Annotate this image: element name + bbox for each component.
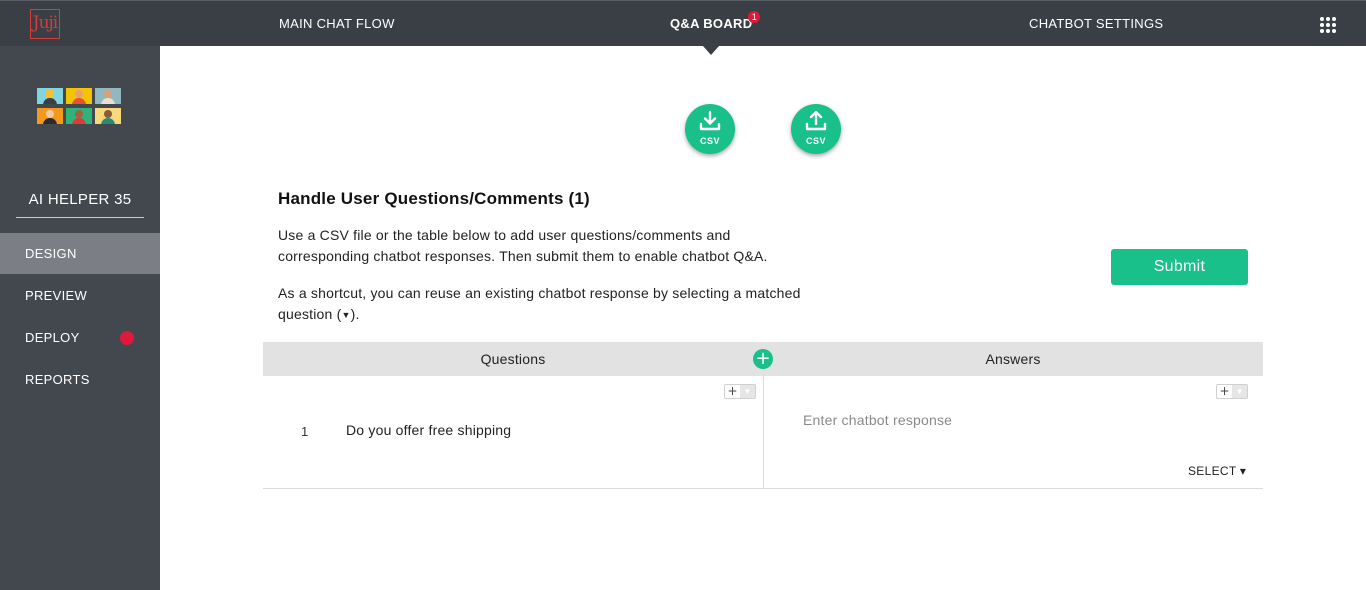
sidebar-item-deploy[interactable]: DEPLOY [0, 317, 160, 358]
avatar-person-icon [95, 88, 121, 104]
question-text[interactable]: Do you offer free shipping [346, 422, 511, 438]
shortcut-text-suffix: ). [350, 306, 360, 322]
row-number: 1 [301, 424, 309, 439]
upload-icon [805, 110, 827, 131]
sidebar-item-label: DEPLOY [25, 330, 80, 345]
grid-apps-icon[interactable] [1320, 17, 1336, 33]
chatbot-avatar[interactable] [37, 88, 125, 124]
submit-button[interactable]: Submit [1111, 249, 1248, 285]
select-dropdown[interactable]: SELECT ▾ [1188, 464, 1246, 478]
qa-table-header: Questions Answers + [263, 342, 1263, 376]
nav-main-chat-flow-label: MAIN CHAT FLOW [279, 16, 395, 31]
add-answer-button[interactable]: + [1217, 385, 1232, 398]
question-row-controls: + ▼ [724, 384, 756, 399]
sidebar-item-label: REPORTS [25, 372, 90, 387]
description-text: Use a CSV file or the table below to add… [278, 227, 768, 264]
caret-down-icon: ▼ [341, 310, 351, 320]
download-icon [699, 110, 721, 131]
upload-csv-label: CSV [805, 136, 826, 146]
top-nav-bar: Juji MAIN CHAT FLOW Q&A BOARD 1 CHATBOT … [0, 0, 1366, 46]
answer-row-controls: + ▼ [1216, 384, 1248, 399]
sidebar-item-label: DESIGN [25, 246, 77, 261]
add-row-button[interactable]: + [753, 349, 773, 369]
avatar-person-icon [37, 108, 63, 124]
nav-qa-board-label: Q&A BOARD [670, 16, 753, 31]
upload-csv-button[interactable]: CSV [791, 104, 841, 154]
nav-chatbot-settings-label: CHATBOT SETTINGS [1029, 16, 1164, 31]
active-tab-pointer [703, 46, 719, 55]
deploy-alert-dot [120, 331, 134, 345]
sidebar: AI HELPER 35 DESIGN PREVIEW DEPLOY REPOR… [0, 46, 160, 590]
avatar-person-icon [66, 108, 92, 124]
chevron-down-icon[interactable]: ▼ [740, 385, 755, 398]
sidebar-item-label: PREVIEW [25, 288, 88, 303]
sidebar-item-design[interactable]: DESIGN [0, 233, 160, 274]
nav-chatbot-settings[interactable]: CHATBOT SETTINGS [1029, 1, 1163, 47]
download-csv-button[interactable]: CSV [685, 104, 735, 154]
notification-badge: 1 [748, 11, 761, 23]
column-divider [763, 376, 764, 488]
answer-input[interactable] [803, 410, 1203, 430]
answers-column-header: Answers [985, 351, 1041, 367]
chevron-down-icon[interactable]: ▼ [1232, 385, 1247, 398]
juji-logo[interactable]: Juji [30, 9, 60, 39]
nav-main-chat-flow[interactable]: MAIN CHAT FLOW [279, 1, 395, 47]
questions-column-header: Questions [480, 351, 546, 367]
avatar-robot-icon [37, 88, 63, 104]
avatar-person-icon [95, 108, 121, 124]
download-csv-label: CSV [699, 136, 720, 146]
chatbot-name: AI HELPER 35 [16, 188, 144, 218]
table-row: + ▼ 1 Do you offer free shipping + ▼ SEL… [263, 376, 1263, 489]
page-title: Handle User Questions/Comments (1) [278, 189, 590, 208]
avatar-person-icon [66, 88, 92, 104]
sidebar-item-reports[interactable]: REPORTS [0, 359, 160, 400]
shortcut-text: As a shortcut, you can reuse an existing… [278, 283, 808, 326]
nav-qa-board[interactable]: Q&A BOARD 1 [670, 1, 761, 47]
add-question-button[interactable]: + [725, 385, 740, 398]
sidebar-item-preview[interactable]: PREVIEW [0, 275, 160, 316]
